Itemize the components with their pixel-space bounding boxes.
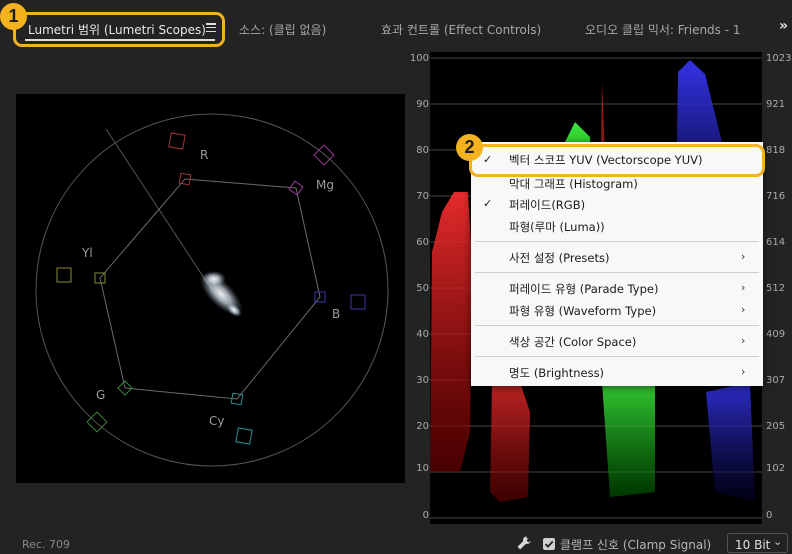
waveform-left-tick: 90 [416,99,429,110]
submenu-arrow-icon: › [741,334,746,347]
chevron-down-icon: ⌄ [773,535,783,548]
waveform-right-tick: 512 [766,283,786,294]
waveform-right-tick: 409 [766,329,786,340]
menu-item-brightness[interactable]: 명도 (Brightness) [509,365,604,381]
waveform-right-tick: 1023 [766,53,792,64]
menu-item-waveform-type[interactable]: 파형 유형 (Waveform Type) [509,303,656,319]
vectorscope-label-yl: Yl [82,246,93,260]
submenu-arrow-icon: › [741,303,746,316]
waveform-left-tick: 60 [416,237,429,248]
menu-item-color-space[interactable]: 색상 공간 (Color Space) [509,334,636,350]
waveform-left-tick: 0 [422,510,429,521]
waveform-right-tick: 818 [766,145,786,156]
submenu-arrow-icon: › [741,250,746,263]
callout-highlight-2 [469,144,765,177]
callout-highlight-1 [13,12,225,47]
waveform-left-tick: 40 [416,329,429,340]
waveform-right-tick: 716 [766,191,786,202]
submenu-arrow-icon: › [741,365,746,378]
menu-item-waveform-luma[interactable]: 파형(루마 (Luma)) [509,219,605,235]
callout-badge-1: 1 [0,3,27,30]
vectorscope-label-cy: Cy [209,414,225,428]
waveform-right-tick: 205 [766,421,786,432]
waveform-left-tick: 50 [416,283,429,294]
waveform-left-tick: 100 [409,53,429,64]
menu-separator [475,241,759,242]
callout-badge-2: 2 [456,134,483,161]
vectorscope-label-r: R [200,148,209,162]
color-space-readout: Rec. 709 [22,538,70,551]
waveform-left-tick: 10 [416,463,429,474]
tab-effect-controls[interactable]: 효과 컨트롤 (Effect Controls) [381,21,541,38]
submenu-arrow-icon: › [741,281,746,294]
waveform-left-tick: 30 [416,375,429,386]
vectorscope-label-b: B [332,307,341,321]
tab-source[interactable]: 소스: (클립 없음) [239,21,326,38]
waveform-right-tick: 614 [766,237,786,248]
scope-context-menu: ✓ 벡터 스코프 YUV (Vectorscope YUV) 막대 그래프 (H… [471,142,763,386]
vectorscope-label-g: G [96,388,106,402]
clamp-signal-checkbox[interactable] [543,538,555,550]
vectorscope-label-mg: Mg [316,178,334,192]
clamp-signal-label: 클램프 신호 (Clamp Signal) [560,538,712,552]
wrench-icon[interactable] [516,535,532,554]
waveform-left-tick: 20 [416,421,429,432]
menu-separator [475,325,759,326]
menu-separator [475,272,759,273]
waveform-right-tick: 0 [766,510,773,521]
waveform-left-tick: 80 [416,145,429,156]
more-tabs-icon[interactable]: » [779,18,788,34]
menu-separator [475,356,759,357]
waveform-right-tick: 921 [766,99,786,110]
menu-item-parade-type[interactable]: 퍼레이드 유형 (Parade Type) [509,281,658,297]
waveform-right-tick: 102 [766,463,786,474]
tab-audio-clip-mixer[interactable]: 오디오 클립 믹서: Friends - 1 [585,21,769,38]
menu-item-presets[interactable]: 사전 설정 (Presets) [509,250,609,266]
menu-item-histogram[interactable]: 막대 그래프 (Histogram) [509,176,638,192]
checkmark-icon: ✓ [483,197,493,210]
vectorscope-display: R Mg B Cy G Yl [16,94,405,483]
waveform-left-tick: 70 [416,191,429,202]
menu-item-parade-rgb[interactable]: 퍼레이드(RGB) [509,197,585,213]
waveform-right-tick: 307 [766,375,786,386]
bit-depth-value: 10 Bit [735,538,771,552]
